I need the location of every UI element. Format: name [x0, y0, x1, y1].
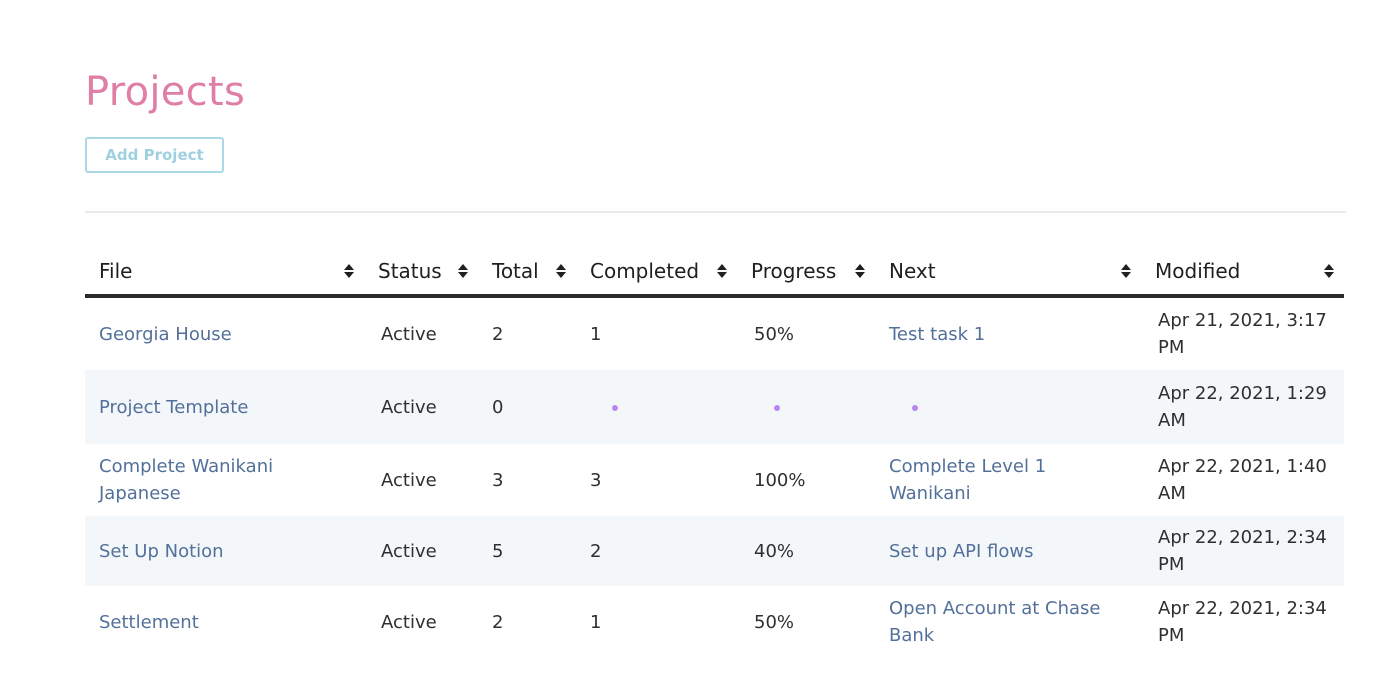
- status-cell: Active: [381, 469, 437, 491]
- dot-icon: [912, 404, 918, 411]
- sort-icon[interactable]: [1121, 264, 1131, 278]
- sort-icon[interactable]: [556, 264, 566, 278]
- header-row: File Status Total Completed Progress Nex…: [85, 248, 1344, 298]
- total-cell: 2: [492, 323, 504, 345]
- column-header-next[interactable]: Next: [875, 248, 1141, 298]
- file-link[interactable]: Set Up Notion: [99, 541, 224, 562]
- column-header-progress[interactable]: Progress: [737, 248, 875, 298]
- completed-cell: [576, 370, 737, 444]
- sort-icon[interactable]: [717, 264, 727, 278]
- dot-icon: [774, 404, 780, 411]
- file-cell: Project Template: [85, 370, 364, 444]
- next-cell: Test task 1: [875, 296, 1141, 370]
- table-header: File Status Total Completed Progress Nex…: [85, 248, 1344, 298]
- next-task-link[interactable]: Complete Level 1 Wanikani: [889, 456, 1046, 504]
- next-cell: [875, 370, 1141, 444]
- next-task-link[interactable]: Test task 1: [889, 324, 985, 345]
- modified-cell: Apr 22, 2021, 2:34 PM: [1158, 598, 1327, 646]
- column-header-file[interactable]: File: [85, 248, 364, 298]
- column-header-label: Completed: [590, 259, 700, 283]
- next-task-link[interactable]: Set up API flows: [889, 541, 1033, 562]
- modified-cell: Apr 22, 2021, 2:34 PM: [1141, 516, 1344, 586]
- status-cell: Active: [364, 370, 478, 444]
- file-link[interactable]: Settlement: [99, 612, 199, 633]
- total-cell: 2: [492, 611, 504, 633]
- progress-cell: 40%: [737, 516, 875, 586]
- next-cell: Set up API flows: [875, 516, 1141, 586]
- column-header-completed[interactable]: Completed: [576, 248, 737, 298]
- modified-cell: Apr 21, 2021, 3:17 PM: [1158, 310, 1327, 358]
- progress-cell: 50%: [754, 323, 795, 345]
- column-header-status[interactable]: Status: [364, 248, 478, 298]
- sort-icon[interactable]: [458, 264, 468, 278]
- progress-cell: 50%: [754, 611, 795, 633]
- next-cell: Complete Level 1 Wanikani: [875, 444, 1141, 516]
- file-cell: Complete Wanikani Japanese: [85, 444, 364, 516]
- next-task-link[interactable]: Open Account at Chase Bank: [889, 598, 1100, 646]
- divider: [85, 211, 1346, 213]
- add-project-button[interactable]: Add Project: [85, 137, 224, 173]
- completed-cell: 3: [590, 469, 602, 491]
- file-link[interactable]: Complete Wanikani Japanese: [99, 456, 273, 504]
- column-header-label: Total: [492, 259, 539, 283]
- table-row: Project Template Active 0 Apr 22, 2021, …: [85, 370, 1344, 444]
- column-header-modified[interactable]: Modified: [1141, 248, 1344, 298]
- modified-cell: Apr 22, 2021, 1:29 AM: [1141, 370, 1344, 444]
- total-cell: 0: [478, 370, 576, 444]
- projects-table: File Status Total Completed Progress Nex…: [85, 248, 1344, 658]
- status-cell: Active: [381, 323, 437, 345]
- table-row: Complete Wanikani Japanese Active 3 3 10…: [85, 444, 1344, 516]
- file-cell: Georgia House: [85, 296, 364, 370]
- total-cell: 3: [492, 469, 504, 491]
- sort-icon[interactable]: [855, 264, 865, 278]
- file-cell: Set Up Notion: [85, 516, 364, 586]
- column-header-label: Next: [889, 259, 936, 283]
- column-header-label: File: [99, 259, 133, 283]
- modified-cell: Apr 22, 2021, 1:40 AM: [1158, 456, 1327, 504]
- column-header-label: Modified: [1155, 259, 1241, 283]
- file-link[interactable]: Georgia House: [99, 324, 232, 345]
- completed-cell: 1: [590, 611, 602, 633]
- sort-icon[interactable]: [344, 264, 354, 278]
- dot-icon: [612, 404, 618, 411]
- column-header-label: Progress: [751, 259, 837, 283]
- completed-cell: 2: [576, 516, 737, 586]
- status-cell: Active: [364, 516, 478, 586]
- status-cell: Active: [381, 611, 437, 633]
- progress-cell: [737, 370, 875, 444]
- table-row: Georgia House Active 2 1 50% Test task 1…: [85, 296, 1344, 370]
- sort-icon[interactable]: [1324, 264, 1334, 278]
- file-link[interactable]: Project Template: [99, 397, 248, 418]
- table-row: Set Up Notion Active 5 2 40% Set up API …: [85, 516, 1344, 586]
- column-header-total[interactable]: Total: [478, 248, 576, 298]
- total-cell: 5: [478, 516, 576, 586]
- page-title: Projects: [85, 68, 246, 115]
- column-header-label: Status: [378, 259, 442, 283]
- table-body: Georgia House Active 2 1 50% Test task 1…: [85, 296, 1344, 658]
- progress-cell: 100%: [754, 469, 806, 491]
- completed-cell: 1: [590, 323, 602, 345]
- projects-page: Projects Add Project File Status Total C…: [0, 0, 1380, 674]
- next-cell: Open Account at Chase Bank: [875, 586, 1141, 658]
- file-cell: Settlement: [85, 586, 364, 658]
- table-row: Settlement Active 2 1 50% Open Account a…: [85, 586, 1344, 658]
